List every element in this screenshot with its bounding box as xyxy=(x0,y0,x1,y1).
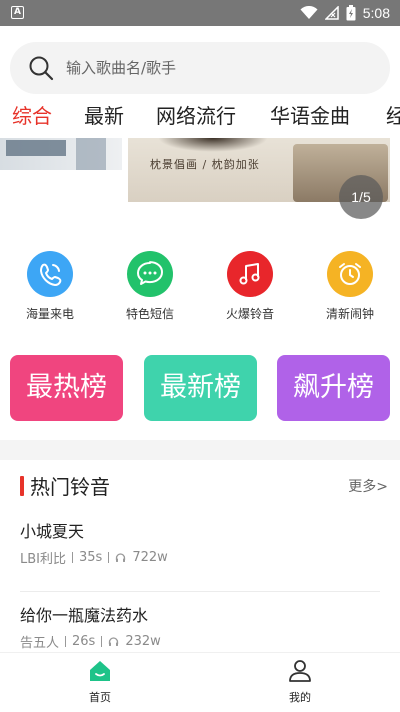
more-link[interactable]: 更多> xyxy=(348,476,388,496)
headphones-icon xyxy=(116,553,126,562)
rank-rising-button[interactable]: 飙升榜 xyxy=(277,355,390,421)
feature-sms[interactable]: 特色短信 xyxy=(110,251,190,322)
tab-latest[interactable]: 最新 xyxy=(84,100,124,129)
song-plays: 722w xyxy=(132,550,168,565)
banner-caption: 枕景倡画 / 枕韵加张 xyxy=(150,158,260,171)
user-icon xyxy=(289,660,311,682)
song-plays: 232w xyxy=(125,634,161,649)
section-divider xyxy=(0,440,400,460)
song-artist: LBI利比 xyxy=(20,552,66,567)
rank-newest-button[interactable]: 最新榜 xyxy=(144,355,257,421)
feature-ringtones-calls[interactable]: 海量来电 xyxy=(10,251,90,322)
section-title: 热门铃音 xyxy=(30,475,110,499)
battery-charging-icon xyxy=(346,5,356,21)
song-meta: 告五人 26s 232w xyxy=(20,632,161,651)
clock: 5:08 xyxy=(362,5,390,21)
song-duration: 26s xyxy=(72,634,96,649)
tab-network-popular[interactable]: 网络流行 xyxy=(156,100,236,129)
tab-chinese-classics[interactable]: 华语金曲 xyxy=(270,100,350,129)
home-icon xyxy=(90,661,110,681)
tab-more-partial[interactable]: 经 xyxy=(386,100,400,129)
search-input[interactable] xyxy=(66,42,366,94)
section-accent-bar xyxy=(20,476,24,496)
nav-mine-label: 我的 xyxy=(289,691,311,704)
feature-alarm[interactable]: 清新闹钟 xyxy=(310,251,390,322)
song-meta: LBI利比 35s 722w xyxy=(20,548,168,567)
feature-label: 清新闹钟 xyxy=(325,307,374,321)
search-bar[interactable] xyxy=(10,42,390,94)
headphones-icon xyxy=(109,637,119,646)
status-bar: A 5:08 xyxy=(0,0,400,26)
phone-icon xyxy=(27,251,73,297)
banner-page-indicator: 1/5 xyxy=(339,175,383,219)
feature-hot-ringtones[interactable]: 火爆铃音 xyxy=(210,251,290,322)
feature-label: 火爆铃音 xyxy=(225,307,274,321)
status-icons: 5:08 xyxy=(300,0,390,26)
no-signal-icon xyxy=(324,6,339,20)
search-icon xyxy=(29,56,54,81)
bottom-navigation: 首页 我的 xyxy=(0,652,400,712)
song-artist: 告五人 xyxy=(20,636,60,651)
feature-label: 海量来电 xyxy=(25,307,74,321)
song-duration: 35s xyxy=(79,550,103,565)
nav-home[interactable]: 首页 xyxy=(60,659,140,705)
message-icon xyxy=(127,251,173,297)
nav-home-label: 首页 xyxy=(89,691,111,704)
banner-slide-prev xyxy=(0,138,122,170)
feature-label: 特色短信 xyxy=(125,307,174,321)
song-title: 小城夏天 xyxy=(20,522,85,541)
music-note-icon xyxy=(227,251,273,297)
alarm-clock-icon xyxy=(327,251,373,297)
tab-comprehensive[interactable]: 综合 xyxy=(12,100,52,129)
hot-ringtones-header: 热门铃音 更多> xyxy=(0,460,400,508)
song-list-item[interactable]: 小城夏天 LBI利比 35s 722w xyxy=(0,508,400,592)
category-tabs: 综合 最新 网络流行 华语金曲 经 xyxy=(0,98,400,136)
wifi-icon xyxy=(300,6,318,19)
song-title: 给你一瓶魔法药水 xyxy=(20,606,149,625)
rank-hottest-button[interactable]: 最热榜 xyxy=(10,355,123,421)
app-notification-icon: A xyxy=(11,6,24,19)
nav-mine[interactable]: 我的 xyxy=(260,659,340,705)
